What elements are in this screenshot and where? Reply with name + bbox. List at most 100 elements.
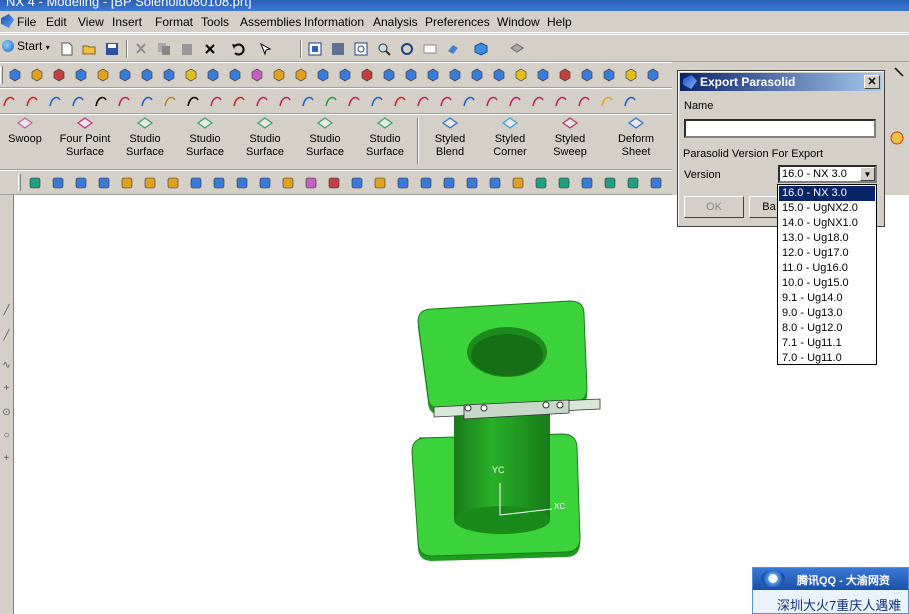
menu-format[interactable]: Format	[155, 15, 193, 29]
feature-tool-11-icon[interactable]	[250, 68, 264, 82]
feature-tool-19-icon[interactable]	[426, 68, 440, 82]
version-option[interactable]: 13.0 - Ug18.0	[779, 231, 875, 246]
view-orient-icon[interactable]	[510, 42, 524, 56]
rendering-style-icon[interactable]	[474, 42, 488, 56]
feature-tool-27-icon[interactable]	[602, 68, 616, 82]
name-input[interactable]	[684, 119, 876, 138]
feature-tool-29-icon[interactable]	[646, 68, 660, 82]
feature-tool-16-icon[interactable]	[360, 68, 374, 82]
edit-surface-tool-6-icon[interactable]	[166, 176, 180, 190]
feature-tool-10-icon[interactable]	[228, 68, 242, 82]
curve-tool-20-icon[interactable]	[462, 94, 476, 108]
open-folder-icon[interactable]	[82, 42, 96, 56]
selection-filter-icon[interactable]	[259, 42, 273, 56]
surface-button-4[interactable]: Studio Surface	[235, 116, 295, 159]
cut-icon[interactable]	[134, 42, 148, 56]
version-option[interactable]: 7.0 - Ug11.0	[779, 351, 875, 366]
feature-tool-4-icon[interactable]	[96, 68, 110, 82]
save-icon[interactable]	[105, 42, 119, 56]
feature-tool-1-icon[interactable]	[30, 68, 44, 82]
feature-tool-17-icon[interactable]	[382, 68, 396, 82]
menu-window[interactable]: Window	[497, 15, 540, 29]
feature-tool-25-icon[interactable]	[558, 68, 572, 82]
feature-tool-24-icon[interactable]	[536, 68, 550, 82]
menu-insert[interactable]: Insert	[112, 15, 142, 29]
edit-surface-tool-20-icon[interactable]	[488, 176, 502, 190]
nx-app-icon[interactable]	[1, 14, 14, 28]
surface-button-7[interactable]: Styled Blend	[420, 116, 480, 159]
edit-surface-tool-27-icon[interactable]	[649, 176, 663, 190]
feature-tool-28-icon[interactable]	[624, 68, 638, 82]
surface-button-6[interactable]: Studio Surface	[355, 116, 415, 159]
edit-surface-tool-26-icon[interactable]	[626, 176, 640, 190]
version-option[interactable]: 12.0 - Ug17.0	[779, 246, 875, 261]
version-option[interactable]: 16.0 - NX 3.0	[779, 186, 875, 201]
version-option[interactable]: 14.0 - UgNX1.0	[779, 216, 875, 231]
surface-button-1[interactable]: Four Point Surface	[55, 116, 115, 159]
menu-assemblies[interactable]: Assemblies	[240, 15, 301, 29]
curve-tool-8-icon[interactable]	[186, 94, 200, 108]
edit-surface-tool-9-icon[interactable]	[235, 176, 249, 190]
paste-icon[interactable]	[180, 42, 194, 56]
curve-tool-6-icon[interactable]	[140, 94, 154, 108]
edit-surface-tool-13-icon[interactable]	[327, 176, 341, 190]
curve-tool-19-icon[interactable]	[439, 94, 453, 108]
feature-tool-2-icon[interactable]	[52, 68, 66, 82]
surface-button-5[interactable]: Studio Surface	[295, 116, 355, 159]
curve-tool-17-icon[interactable]	[393, 94, 407, 108]
menu-edit[interactable]: Edit	[46, 15, 67, 29]
feature-tool-9-icon[interactable]	[206, 68, 220, 82]
menu-information[interactable]: Information	[304, 15, 364, 29]
surface-button-10[interactable]: Deform Sheet	[606, 116, 666, 159]
curve-tool-22-icon[interactable]	[508, 94, 522, 108]
curve-tool-27-icon[interactable]	[623, 94, 637, 108]
edit-surface-tool-3-icon[interactable]	[97, 176, 111, 190]
curve-tool-25-icon[interactable]	[577, 94, 591, 108]
version-option[interactable]: 11.0 - Ug16.0	[779, 261, 875, 276]
copy-icon[interactable]	[157, 42, 171, 56]
curve-tool-14-icon[interactable]	[324, 94, 338, 108]
qq-popup-text[interactable]: 深圳大火7重庆人遇难	[777, 595, 901, 613]
curve-tool-26-icon[interactable]	[600, 94, 614, 108]
close-button[interactable]: ✕	[864, 75, 880, 89]
edit-surface-tool-14-icon[interactable]	[350, 176, 364, 190]
surface-button-0[interactable]: Swoop	[0, 116, 55, 146]
line-tool-icon[interactable]: ╱	[1, 305, 12, 316]
curve-tool-7-icon[interactable]	[163, 94, 177, 108]
feature-tool-6-icon[interactable]	[140, 68, 154, 82]
edit-surface-tool-10-icon[interactable]	[258, 176, 272, 190]
version-option[interactable]: 15.0 - UgNX2.0	[779, 201, 875, 216]
edit-surface-tool-8-icon[interactable]	[212, 176, 226, 190]
edit-surface-tool-11-icon[interactable]	[281, 176, 295, 190]
zoom-window-icon[interactable]	[331, 42, 345, 56]
menu-preferences[interactable]: Preferences	[425, 15, 490, 29]
point-tool-2-icon[interactable]: +	[1, 453, 12, 464]
menu-tools[interactable]: Tools	[201, 15, 229, 29]
curve-tool-12-icon[interactable]	[278, 94, 292, 108]
edit-surface-tool-21-icon[interactable]	[511, 176, 525, 190]
menu-help[interactable]: Help	[547, 15, 572, 29]
edit-surface-tool-15-icon[interactable]	[373, 176, 387, 190]
curve-tool-1-icon[interactable]	[25, 94, 39, 108]
edit-surface-tool-18-icon[interactable]	[442, 176, 456, 190]
feature-tool-20-icon[interactable]	[448, 68, 462, 82]
ok-button[interactable]: OK	[684, 196, 744, 218]
curve-tool-5-icon[interactable]	[117, 94, 131, 108]
version-select[interactable]: 16.0 - NX 3.0 ▼	[778, 165, 877, 183]
zoom-icon[interactable]	[354, 42, 368, 56]
solenoid-model[interactable]: YC XC	[14, 195, 909, 614]
point-tool-icon[interactable]: +	[1, 383, 12, 394]
chevron-down-icon[interactable]: ▼	[860, 167, 875, 181]
curve-tool-4-icon[interactable]	[94, 94, 108, 108]
edit-surface-tool-12-icon[interactable]	[304, 176, 318, 190]
toolbar-overflow-icon[interactable]	[892, 65, 906, 79]
edit-surface-tool-0-icon[interactable]	[28, 176, 42, 190]
feature-tool-13-icon[interactable]	[294, 68, 308, 82]
surface-button-8[interactable]: Styled Corner	[480, 116, 540, 159]
help-tool-icon[interactable]	[889, 130, 905, 146]
feature-tool-21-icon[interactable]	[470, 68, 484, 82]
pan-icon[interactable]	[423, 42, 437, 56]
version-option[interactable]: 9.1 - Ug14.0	[779, 291, 875, 306]
feature-tool-23-icon[interactable]	[514, 68, 528, 82]
curve-tool-9-icon[interactable]	[209, 94, 223, 108]
